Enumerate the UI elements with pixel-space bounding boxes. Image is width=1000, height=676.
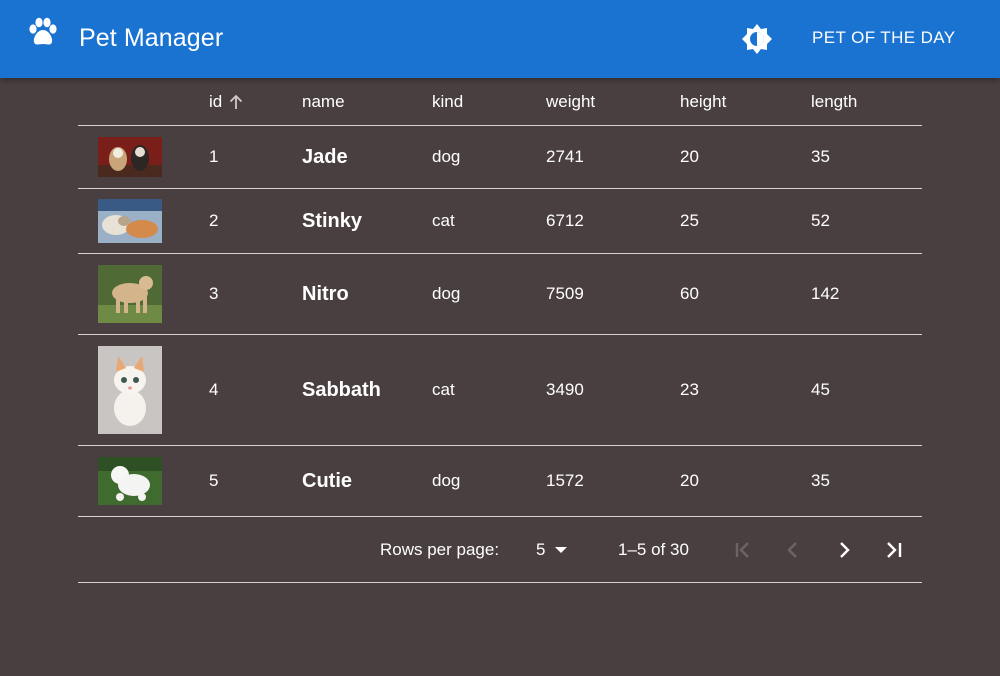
cell-length: 142 bbox=[811, 284, 840, 303]
cell-weight: 1572 bbox=[546, 471, 584, 490]
table-row[interactable]: 2 Stinky cat 6712 25 52 bbox=[78, 189, 922, 254]
two-dogs-photo bbox=[98, 137, 162, 177]
column-header-name[interactable]: name bbox=[302, 78, 345, 125]
cell-id: 4 bbox=[209, 380, 219, 399]
cell-kind: dog bbox=[432, 147, 461, 166]
white-poodle-photo bbox=[98, 457, 162, 505]
column-header-height[interactable]: height bbox=[680, 78, 726, 125]
next-page-button[interactable] bbox=[829, 535, 859, 565]
cell-weight: 7509 bbox=[546, 284, 584, 303]
table-header-row: id name kind weight height length bbox=[78, 78, 922, 126]
rows-per-page-value: 5 bbox=[536, 540, 546, 559]
rows-per-page-label: Rows per page: bbox=[380, 540, 500, 559]
cell-height: 20 bbox=[680, 471, 699, 490]
table-row[interactable]: 1 Jade dog 2741 20 35 bbox=[78, 126, 922, 189]
cell-id: 3 bbox=[209, 284, 219, 303]
column-header-id[interactable]: id bbox=[209, 78, 244, 125]
rows-per-page-select[interactable]: 5 bbox=[536, 540, 568, 560]
column-header-length[interactable]: length bbox=[811, 78, 857, 125]
pet-of-the-day-button[interactable]: PET OF THE DAY bbox=[796, 20, 972, 56]
column-header-weight[interactable]: weight bbox=[546, 78, 595, 125]
chevron-right-icon bbox=[840, 542, 850, 558]
cell-id: 1 bbox=[209, 147, 219, 166]
dropdown-arrow-icon bbox=[555, 547, 568, 553]
cell-name: Nitro bbox=[302, 282, 349, 305]
first-page-button[interactable] bbox=[728, 535, 758, 565]
white-kitten-photo bbox=[98, 346, 162, 434]
tan-dog-photo bbox=[98, 265, 162, 323]
cell-length: 35 bbox=[811, 471, 830, 490]
cell-name: Jade bbox=[302, 145, 348, 168]
cell-length: 45 bbox=[811, 380, 830, 399]
paw-icon bbox=[29, 17, 57, 45]
last-page-icon bbox=[887, 542, 902, 558]
last-page-button[interactable] bbox=[879, 535, 909, 565]
cell-kind: dog bbox=[432, 471, 461, 490]
cell-kind: cat bbox=[432, 380, 455, 399]
cell-height: 25 bbox=[680, 211, 699, 230]
table-row[interactable]: 3 Nitro dog 7509 60 142 bbox=[78, 254, 922, 335]
pagination-range: 1–5 of 30 bbox=[618, 540, 689, 559]
cell-weight: 3490 bbox=[546, 380, 584, 399]
cell-height: 23 bbox=[680, 380, 699, 399]
cell-kind: cat bbox=[432, 211, 455, 230]
table-row[interactable]: 5 Cutie dog 1572 20 35 bbox=[78, 446, 922, 517]
app-bar: Pet Manager PET OF THE DAY bbox=[0, 0, 1000, 78]
cell-weight: 2741 bbox=[546, 147, 584, 166]
previous-page-button[interactable] bbox=[778, 535, 808, 565]
cell-id: 2 bbox=[209, 211, 219, 230]
cell-name: Sabbath bbox=[302, 378, 381, 401]
cell-length: 52 bbox=[811, 211, 830, 230]
cell-length: 35 bbox=[811, 147, 830, 166]
cell-height: 60 bbox=[680, 284, 699, 303]
chevron-left-icon bbox=[787, 542, 797, 558]
cell-height: 20 bbox=[680, 147, 699, 166]
cell-id: 5 bbox=[209, 471, 219, 490]
first-page-icon bbox=[735, 542, 749, 558]
table-pagination: Rows per page: 5 1–5 of 30 bbox=[78, 517, 922, 583]
table-row[interactable]: 4 Sabbath cat 3490 23 45 bbox=[78, 335, 922, 446]
arrow-up-icon bbox=[230, 94, 243, 109]
cell-weight: 6712 bbox=[546, 211, 584, 230]
app-title: Pet Manager bbox=[79, 24, 224, 52]
cats-photo bbox=[98, 199, 162, 243]
column-header-kind[interactable]: kind bbox=[432, 78, 463, 125]
pets-table: id name kind weight height length 1 Jade… bbox=[78, 78, 922, 517]
brightness-icon bbox=[742, 24, 772, 54]
cell-kind: dog bbox=[432, 284, 461, 303]
cell-name: Cutie bbox=[302, 469, 352, 492]
theme-toggle-button[interactable] bbox=[741, 24, 773, 54]
cell-name: Stinky bbox=[302, 209, 363, 232]
column-header-label: id bbox=[209, 91, 223, 111]
